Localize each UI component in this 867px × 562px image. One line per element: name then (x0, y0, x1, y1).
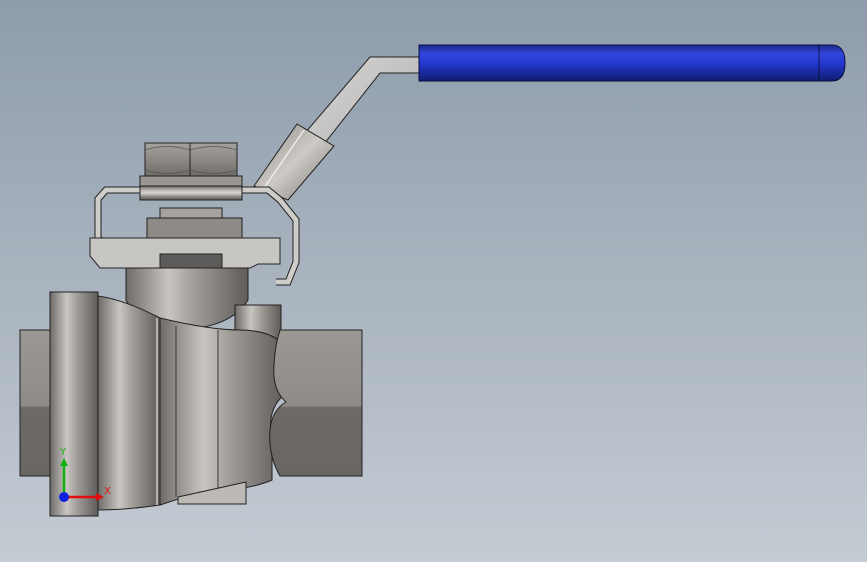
body-collar (97, 295, 161, 511)
triad-x-label: X (104, 486, 111, 497)
valve-body[interactable] (19, 291, 363, 517)
triad-z-axis (59, 492, 69, 502)
stem-hex-nut (144, 142, 238, 177)
gland-plate-slot (159, 253, 223, 269)
valve-handle[interactable] (253, 44, 846, 201)
body-center (159, 317, 285, 506)
triad-y-label: Y (59, 447, 67, 458)
left-end-cap (49, 291, 99, 517)
handle-grip[interactable] (418, 44, 830, 82)
stem-stack (139, 175, 243, 239)
right-end-connector (269, 329, 363, 477)
cad-viewport[interactable]: X Y (0, 0, 867, 562)
handle-grip-endcap (818, 44, 846, 82)
